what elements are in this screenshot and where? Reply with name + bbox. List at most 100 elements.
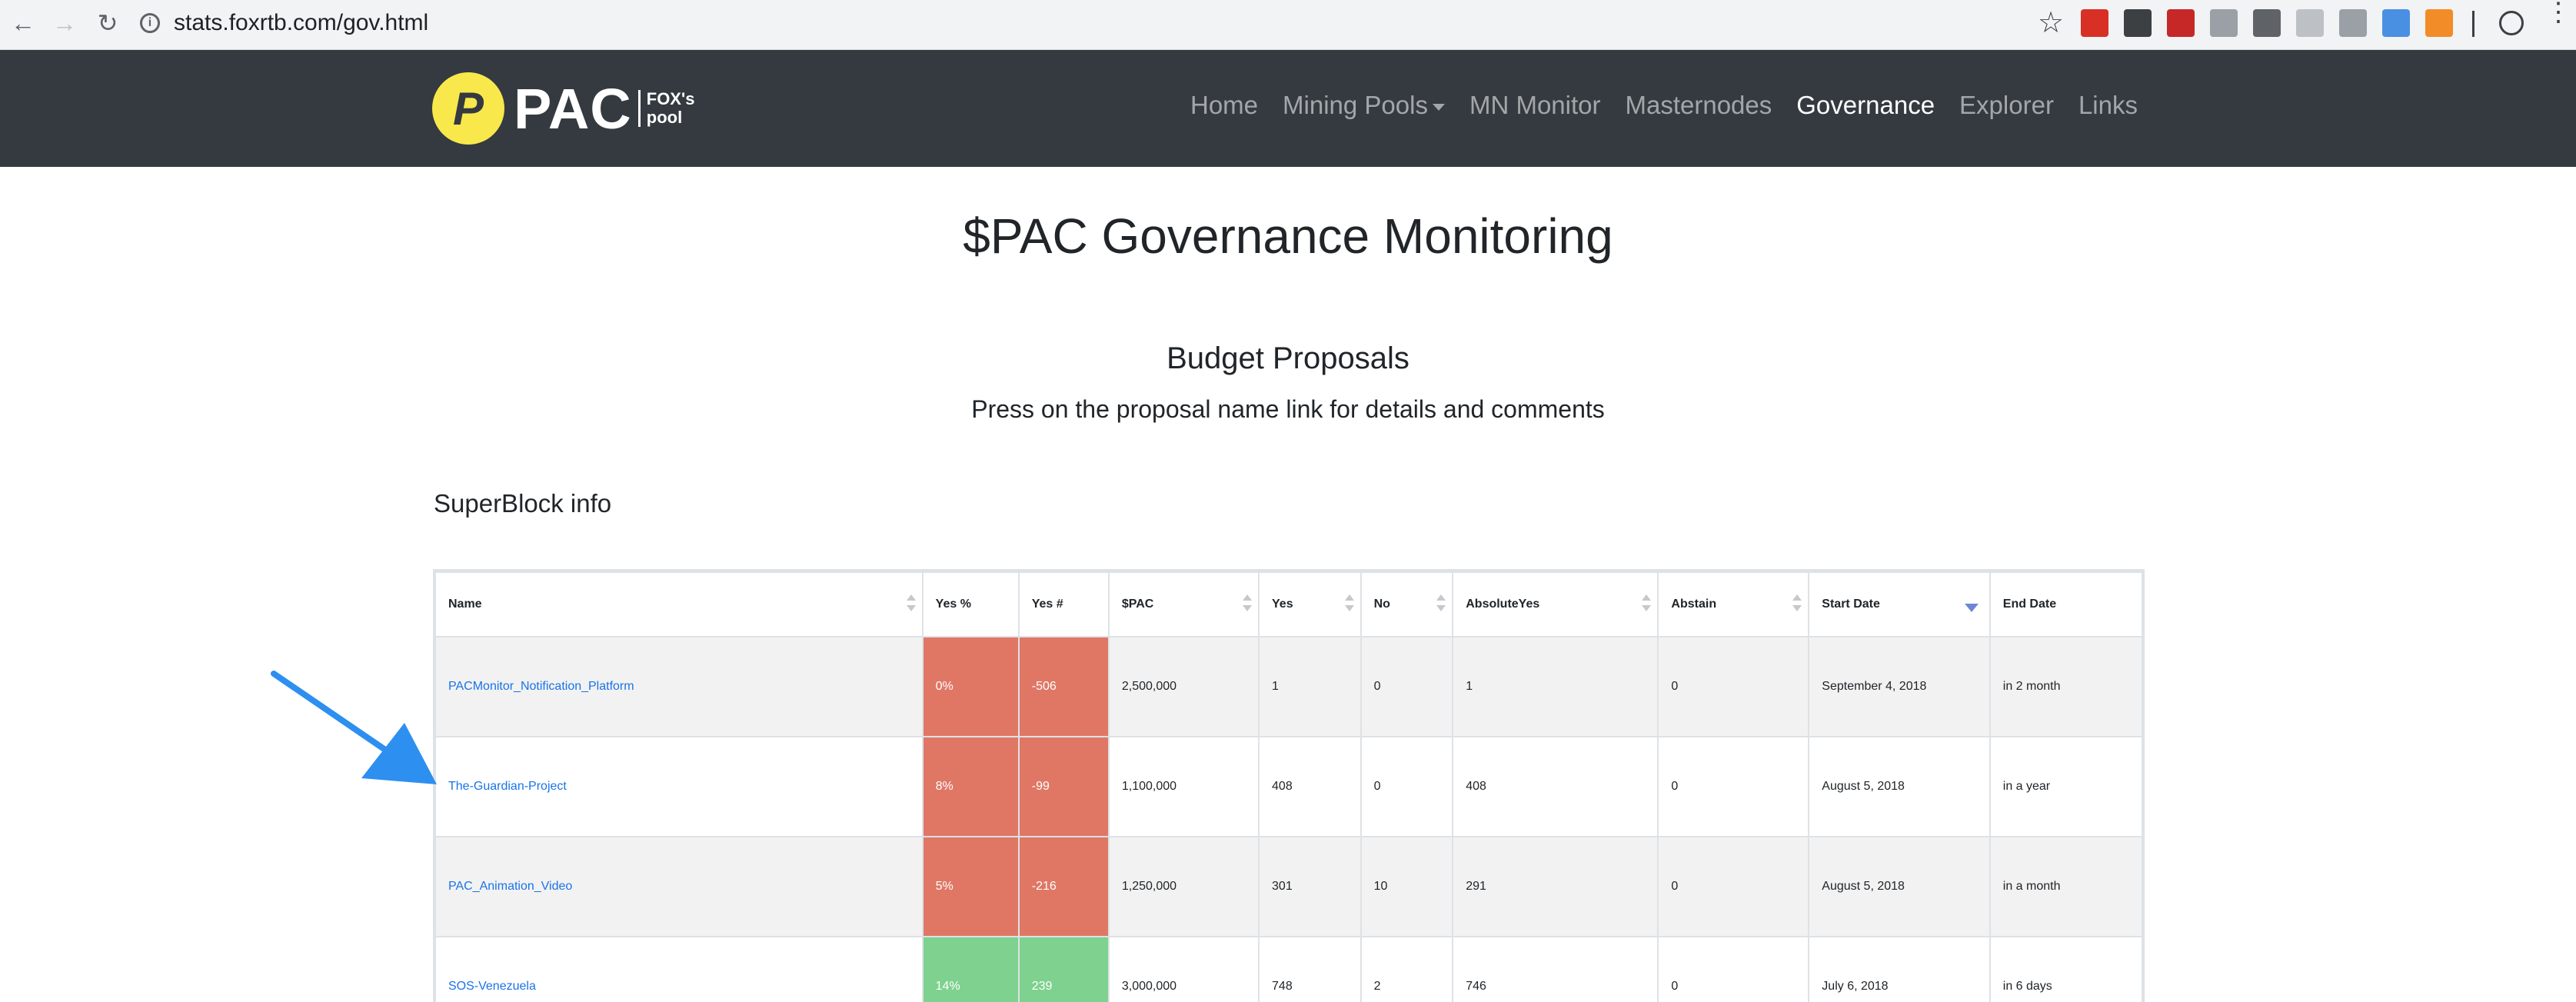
header-label: Name — [448, 598, 482, 611]
header-label: AbsoluteYes — [1466, 598, 1540, 611]
chevron-down-icon — [1432, 103, 1445, 111]
more-menu-icon[interactable]: ⋮ — [2545, 0, 2571, 25]
bookmark-star-icon[interactable]: ☆ — [2038, 5, 2064, 42]
col-header-name[interactable]: Name — [434, 571, 924, 637]
toolbar-divider — [2472, 11, 2474, 37]
cell-yes-pct: 8% — [921, 736, 1020, 837]
extension-icon[interactable] — [2382, 9, 2410, 37]
sort-icon — [1792, 594, 1802, 614]
pac-logo-icon: P — [432, 72, 504, 145]
cell-start-date: July 6, 2018 — [1808, 936, 1991, 1002]
proposal-link[interactable]: SOS-Venezuela — [448, 980, 536, 993]
col-header-pac[interactable]: $PAC — [1107, 571, 1260, 637]
reload-icon[interactable]: ↻ — [91, 6, 125, 40]
cell-no: 2 — [1360, 936, 1454, 1002]
cell-yes-pct: 14% — [921, 936, 1020, 1002]
extension-icon[interactable] — [2339, 9, 2367, 37]
table-header-row: Name Yes % Yes # $PAC Yes No AbsoluteYes… — [434, 571, 2143, 637]
cell-no: 10 — [1360, 836, 1454, 937]
col-header-no[interactable]: No — [1360, 571, 1454, 637]
cell-absolute-yes: 408 — [1452, 736, 1659, 837]
nav-mn-monitor[interactable]: MN Monitor — [1469, 91, 1601, 120]
header-label: Start Date — [1822, 598, 1880, 611]
cell-absolute-yes: 291 — [1452, 836, 1659, 937]
logo-text: PAC — [514, 76, 632, 141]
proposal-link[interactable]: PAC_Animation_Video — [448, 880, 572, 893]
cell-name: PACMonitor_Notification_Platform — [434, 636, 924, 737]
extension-icon[interactable] — [2296, 9, 2324, 37]
col-header-absolute-yes[interactable]: AbsoluteYes — [1452, 571, 1659, 637]
nav-mining-pools-label[interactable]: Mining Pools — [1283, 91, 1428, 119]
section-description: Press on the proposal name link for deta… — [971, 395, 1605, 423]
col-header-yes[interactable]: Yes — [1258, 571, 1362, 637]
logo-sub-line-1: FOX's — [646, 89, 695, 108]
section-title: Budget Proposals — [1167, 341, 1409, 375]
header-label: No — [1373, 598, 1390, 611]
logo-sub-line-2: pool — [646, 108, 683, 127]
nav-mining-pools[interactable]: Mining Pools — [1283, 91, 1445, 120]
superblock-info-link[interactable]: SuperBlock info — [434, 489, 611, 518]
sort-icon — [1344, 594, 1354, 614]
nav-links-item[interactable]: Links — [2078, 91, 2138, 120]
table-row: SOS-Venezuela 14% 239 3,000,000 748 2 74… — [434, 936, 2143, 1002]
extension-icon[interactable] — [2124, 9, 2152, 37]
cell-abstain: 0 — [1657, 936, 1810, 1002]
col-header-abstain[interactable]: Abstain — [1657, 571, 1810, 637]
col-header-end-date[interactable]: End Date — [1989, 571, 2143, 637]
cell-start-date: August 5, 2018 — [1808, 836, 1991, 937]
cell-pac: 1,250,000 — [1107, 836, 1260, 937]
nav-links: Home Mining Pools MN Monitor Masternodes… — [1190, 91, 2162, 120]
sort-icon — [906, 594, 916, 614]
cell-abstain: 0 — [1657, 636, 1810, 737]
cell-start-date: September 4, 2018 — [1808, 636, 1991, 737]
cell-absolute-yes: 746 — [1452, 936, 1659, 1002]
cell-yes: 748 — [1258, 936, 1362, 1002]
col-header-start-date[interactable]: Start Date — [1808, 571, 1991, 637]
col-header-yes-num[interactable]: Yes # — [1017, 571, 1110, 637]
logo-subtitle: FOX's pool — [637, 89, 695, 127]
annotation-arrow-icon — [271, 671, 437, 784]
cell-yes-num: -216 — [1017, 836, 1110, 937]
nav-governance[interactable]: Governance — [1796, 91, 1935, 120]
site-logo[interactable]: P PAC FOX's pool — [432, 72, 694, 145]
cell-name: PAC_Animation_Video — [434, 836, 924, 937]
header-label: Abstain — [1671, 598, 1717, 611]
cell-abstain: 0 — [1657, 736, 1810, 837]
sort-icon — [1642, 594, 1652, 614]
back-arrow-icon[interactable]: ← — [6, 6, 40, 40]
cell-abstain: 0 — [1657, 836, 1810, 937]
cell-pac: 2,500,000 — [1107, 636, 1260, 737]
nav-explorer[interactable]: Explorer — [1959, 91, 2054, 120]
cell-yes-num: -506 — [1017, 636, 1110, 737]
browser-toolbar: ← → ↻ i stats.foxrtb.com/gov.html ☆ ⋮ — [0, 0, 2576, 50]
extension-icon[interactable] — [2081, 9, 2108, 37]
cell-yes: 408 — [1258, 736, 1362, 837]
info-icon[interactable]: i — [140, 13, 160, 33]
cell-yes-pct: 0% — [921, 636, 1020, 737]
extension-icon[interactable] — [2210, 9, 2238, 37]
cell-yes: 1 — [1258, 636, 1362, 737]
profile-avatar-icon[interactable] — [2499, 11, 2524, 35]
extension-icon[interactable] — [2425, 9, 2453, 37]
cell-no: 0 — [1360, 636, 1454, 737]
cell-yes-pct: 5% — [921, 836, 1020, 937]
forward-arrow-icon[interactable]: → — [48, 6, 82, 40]
table-row: PACMonitor_Notification_Platform 0% -506… — [434, 636, 2143, 737]
cell-pac: 1,100,000 — [1107, 736, 1260, 837]
header-label: $PAC — [1121, 598, 1154, 611]
proposals-table-container[interactable]: Name Yes % Yes # $PAC Yes No AbsoluteYes… — [433, 569, 2145, 1002]
proposal-link[interactable]: The-Guardian-Project — [448, 780, 567, 793]
cell-name: SOS-Venezuela — [434, 936, 924, 1002]
url-text[interactable]: stats.foxrtb.com/gov.html — [174, 10, 428, 36]
nav-masternodes[interactable]: Masternodes — [1626, 91, 1772, 120]
extension-icon[interactable] — [2253, 9, 2281, 37]
nav-home[interactable]: Home — [1190, 91, 1258, 120]
proposal-link[interactable]: PACMonitor_Notification_Platform — [448, 680, 634, 693]
sort-icon — [1436, 594, 1446, 614]
address-bar[interactable]: i stats.foxrtb.com/gov.html — [140, 6, 1985, 40]
cell-yes: 301 — [1258, 836, 1362, 937]
extension-icon[interactable] — [2167, 9, 2195, 37]
col-header-yes-pct[interactable]: Yes % — [921, 571, 1020, 637]
header-label: Yes % — [935, 598, 971, 611]
page-title: $PAC Governance Monitoring — [963, 208, 1613, 264]
